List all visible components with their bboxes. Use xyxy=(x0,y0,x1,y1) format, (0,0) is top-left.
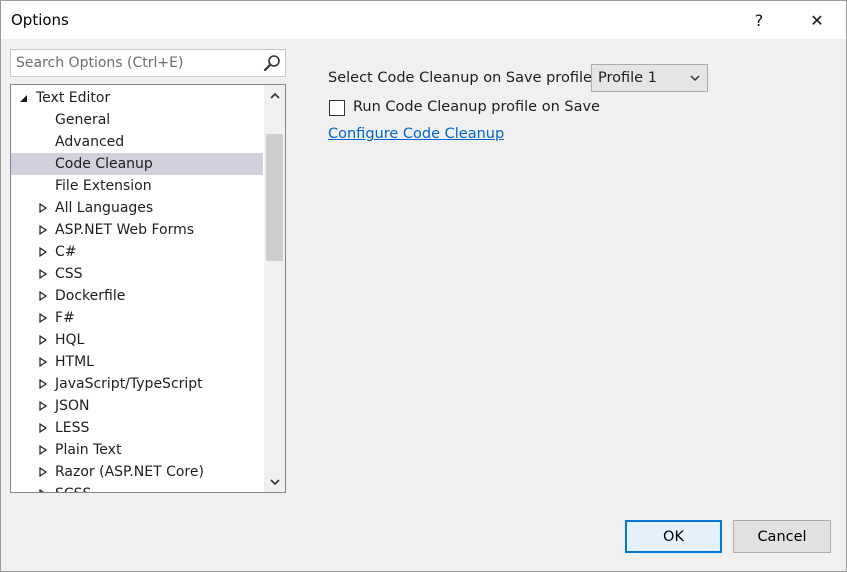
collapsed-arrow-icon[interactable] xyxy=(38,401,48,411)
tree-item[interactable]: HTML xyxy=(11,351,263,373)
tree-item-label: CSS xyxy=(55,266,83,282)
collapsed-arrow-icon[interactable] xyxy=(38,269,48,279)
tree-item[interactable]: Text Editor xyxy=(11,87,263,109)
profile-label: Select Code Cleanup on Save profile: xyxy=(328,70,597,86)
tree-item-label: C# xyxy=(55,244,77,260)
collapsed-arrow-icon[interactable] xyxy=(38,335,48,345)
configure-code-cleanup-link[interactable]: Configure Code Cleanup xyxy=(328,126,504,142)
search-box[interactable] xyxy=(10,49,286,77)
profile-dropdown[interactable]: Profile 1 xyxy=(591,64,708,92)
tree-list: Text Editor General Advanced Code Cleanup Fi… xyxy=(11,87,263,492)
scroll-up-button[interactable] xyxy=(264,85,285,105)
collapsed-arrow-icon[interactable] xyxy=(38,467,48,477)
tree-item-label: All Languages xyxy=(55,200,154,216)
collapsed-arrow-icon[interactable] xyxy=(38,225,48,235)
tree-item[interactable]: JSON xyxy=(11,395,263,417)
collapsed-arrow-icon[interactable] xyxy=(38,291,48,301)
tree-item-label: Plain Text xyxy=(55,442,122,458)
options-dialog: Options ? ✕ Text Editor General Advanced Co… xyxy=(0,0,847,572)
tree-item-label: Dockerfile xyxy=(55,288,126,304)
collapsed-arrow-icon[interactable] xyxy=(38,445,48,455)
tree-item[interactable]: Plain Text xyxy=(11,439,263,461)
tree-item[interactable]: General xyxy=(11,109,263,131)
tree-item[interactable]: Razor (ASP.NET Core) xyxy=(11,461,263,483)
collapsed-arrow-icon[interactable] xyxy=(38,203,48,213)
tree-item-label: HQL xyxy=(55,332,85,348)
tree-item[interactable]: Dockerfile xyxy=(11,285,263,307)
run-on-save-label[interactable]: Run Code Cleanup profile on Save xyxy=(353,99,600,115)
title-bar: Options ? ✕ xyxy=(1,1,846,39)
tree-item-label: JavaScript/TypeScript xyxy=(55,376,203,392)
cancel-button[interactable]: Cancel xyxy=(733,520,831,553)
search-input[interactable] xyxy=(11,50,259,76)
tree-item[interactable]: CSS xyxy=(11,263,263,285)
search-icon[interactable] xyxy=(263,54,281,72)
tree-item[interactable]: All Languages xyxy=(11,197,263,219)
profile-dropdown-value: Profile 1 xyxy=(598,70,657,86)
tree-item-label: File Extension xyxy=(55,178,152,194)
ok-button[interactable]: OK xyxy=(625,520,722,553)
chevron-down-icon xyxy=(690,75,700,82)
tree-item[interactable]: SCSS xyxy=(11,483,263,492)
collapsed-arrow-icon[interactable] xyxy=(38,423,48,433)
tree-item[interactable]: Code Cleanup xyxy=(11,153,263,175)
tree-item-label: General xyxy=(55,112,111,128)
tree-item[interactable]: Advanced xyxy=(11,131,263,153)
tree-item[interactable]: LESS xyxy=(11,417,263,439)
tree-item-label: Text Editor xyxy=(36,90,111,106)
tree-item-label: SCSS xyxy=(55,483,91,492)
tree-item-label: Advanced xyxy=(55,134,125,150)
options-tree: Text Editor General Advanced Code Cleanup Fi… xyxy=(10,84,286,493)
help-button[interactable]: ? xyxy=(736,1,782,39)
tree-item[interactable]: File Extension xyxy=(11,175,263,197)
run-on-save-checkbox[interactable] xyxy=(329,100,345,116)
scroll-down-button[interactable] xyxy=(264,472,285,492)
tree-item-label: ASP.NET Web Forms xyxy=(55,222,195,238)
tree-item[interactable]: HQL xyxy=(11,329,263,351)
tree-item[interactable]: ASP.NET Web Forms xyxy=(11,219,263,241)
scroll-thumb[interactable] xyxy=(266,134,283,261)
collapsed-arrow-icon[interactable] xyxy=(38,247,48,257)
chevron-down-icon xyxy=(269,478,280,485)
window-title: Options xyxy=(11,11,69,29)
tree-item-label: LESS xyxy=(55,420,90,436)
collapsed-arrow-icon[interactable] xyxy=(38,357,48,367)
close-button[interactable]: ✕ xyxy=(794,1,840,39)
tree-scrollbar[interactable] xyxy=(264,85,285,492)
tree-item-label: JSON xyxy=(55,398,90,414)
tree-item[interactable]: JavaScript/TypeScript xyxy=(11,373,263,395)
tree-item[interactable]: F# xyxy=(11,307,263,329)
tree-item-label: F# xyxy=(55,310,75,326)
collapsed-arrow-icon[interactable] xyxy=(38,379,48,389)
tree-item[interactable]: C# xyxy=(11,241,263,263)
expanded-arrow-icon[interactable] xyxy=(18,93,28,103)
tree-item-label: Razor (ASP.NET Core) xyxy=(55,464,204,480)
tree-item-label: HTML xyxy=(55,354,94,370)
collapsed-arrow-icon[interactable] xyxy=(38,489,48,492)
chevron-up-icon xyxy=(269,92,280,99)
tree-item-label: Code Cleanup xyxy=(55,156,153,172)
collapsed-arrow-icon[interactable] xyxy=(38,313,48,323)
